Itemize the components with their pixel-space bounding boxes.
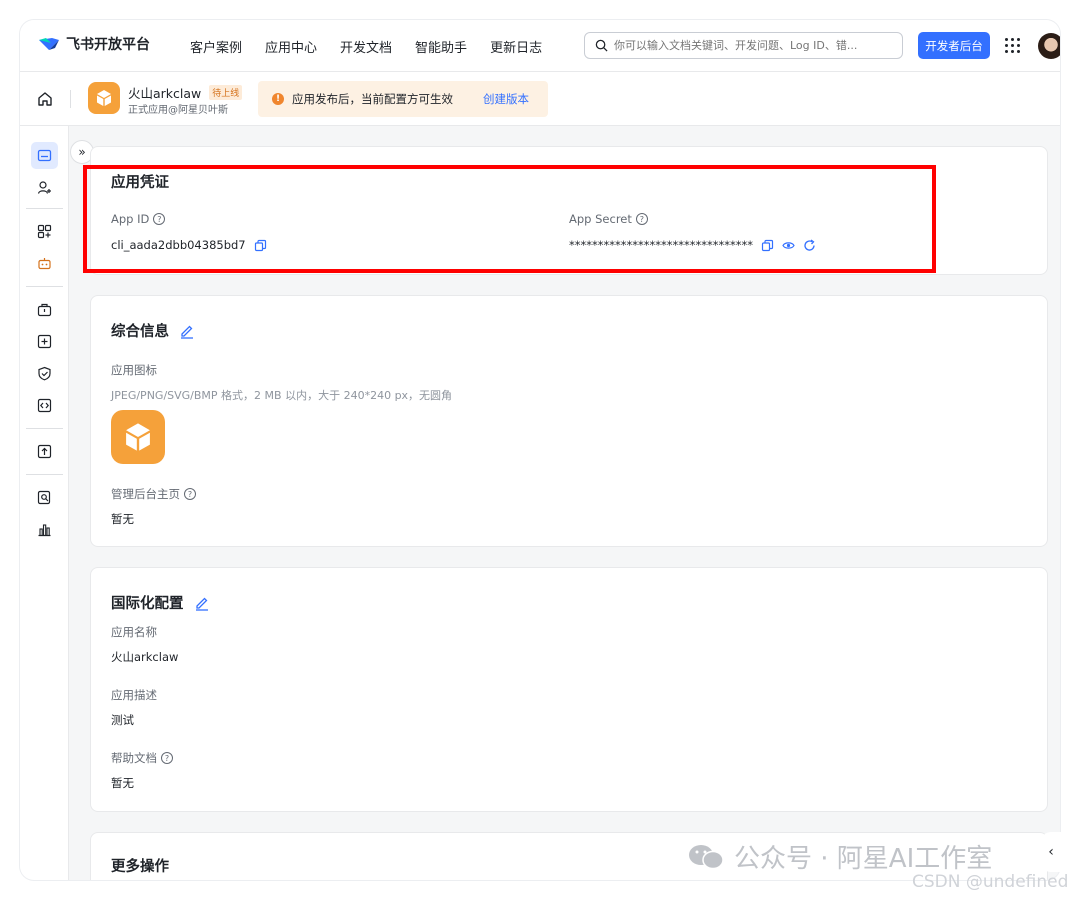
- general-title: 综合信息: [111, 320, 195, 341]
- help-icon[interactable]: ?: [184, 488, 196, 500]
- shield-icon: [38, 366, 51, 381]
- more-title: 更多操作: [111, 859, 169, 875]
- app-icon-large[interactable]: [111, 410, 165, 464]
- sidebar-divider: [26, 286, 63, 287]
- add-user-icon: [37, 181, 51, 194]
- create-version-link[interactable]: 创建版本: [483, 91, 529, 107]
- sidebar-item-members[interactable]: [31, 174, 58, 201]
- nav-link-ai-assistant[interactable]: 智能助手: [415, 37, 467, 56]
- sidebar-divider: [26, 428, 63, 429]
- app-name-value: 火山arkclaw: [111, 650, 179, 664]
- sidebar-item-analytics[interactable]: [31, 516, 58, 543]
- status-badge: 待上线: [209, 85, 243, 100]
- divider: [70, 90, 71, 108]
- app-name: 火山arkclaw 待上线: [128, 83, 243, 102]
- watermark: 公众号 · 阿星AI工作室: [686, 838, 992, 875]
- sidebar-item-credentials[interactable]: [31, 142, 58, 169]
- sidebar-item-logs[interactable]: [31, 484, 58, 511]
- nav-link-app-center[interactable]: 应用中心: [265, 37, 317, 56]
- app-window: 飞书开放平台 客户案例 应用中心 开发文档 智能助手 更新日志 开发者后台 火山…: [20, 20, 1060, 880]
- edit-icon[interactable]: [179, 323, 195, 339]
- developer-console-button[interactable]: 开发者后台: [918, 32, 990, 59]
- general-title-text: 综合信息: [111, 324, 169, 340]
- sidebar-divider: [26, 474, 63, 475]
- box-icon: [97, 90, 111, 106]
- nav-link-cases[interactable]: 客户案例: [190, 37, 242, 56]
- feishu-logo-icon: [39, 38, 59, 50]
- edit-icon[interactable]: [194, 595, 210, 611]
- briefcase-icon: [37, 303, 52, 317]
- i18n-title: 国际化配置: [111, 592, 210, 613]
- homepage-value: 暂无: [111, 512, 134, 526]
- help-doc-value: 暂无: [111, 776, 134, 790]
- app-desc-label: 应用描述: [111, 688, 157, 702]
- search-input[interactable]: [614, 39, 884, 52]
- help-icon[interactable]: ?: [161, 752, 173, 764]
- icon-label: 应用图标: [111, 363, 157, 377]
- sidebar-item-features[interactable]: [31, 218, 58, 245]
- logo-text: 飞书开放平台: [66, 37, 150, 53]
- watermark-text: 公众号 · 阿星AI工作室: [734, 844, 993, 874]
- publish-notice: ! 应用发布后，当前配置方可生效 创建版本: [258, 81, 548, 117]
- sidebar-item-events[interactable]: [31, 328, 58, 355]
- general-info-card: 综合信息 应用图标 JPEG/PNG/SVG/BMP 格式，2 MB 以内，大于…: [90, 295, 1048, 547]
- sidebar: [20, 126, 69, 880]
- app-subtitle: 正式应用@阿星贝叶斯: [128, 105, 228, 116]
- sidebar-divider: [26, 208, 63, 209]
- i18n-title-text: 国际化配置: [111, 596, 184, 612]
- add-app-icon: [37, 224, 52, 239]
- apps-grid-icon[interactable]: [1005, 38, 1021, 54]
- code-icon: [37, 398, 52, 413]
- home-icon[interactable]: [36, 90, 54, 108]
- app-header: 火山arkclaw 待上线 正式应用@阿星贝叶斯 ! 应用发布后，当前配置方可生…: [20, 72, 1060, 126]
- app-name-label: 应用名称: [111, 625, 157, 639]
- credential-card-icon: [37, 149, 52, 162]
- sidebar-item-permissions[interactable]: [31, 296, 58, 323]
- help-doc-label: 帮助文档 ?: [111, 750, 173, 766]
- i18n-card: 国际化配置 应用名称 火山arkclaw 应用描述 测试 帮助文档 ? 暂无: [90, 567, 1048, 812]
- wechat-icon: [689, 844, 724, 869]
- robot-icon: [38, 258, 51, 270]
- search-doc-icon: [37, 490, 51, 505]
- logo[interactable]: 飞书开放平台: [38, 34, 150, 54]
- plus-square-icon: [37, 334, 52, 349]
- homepage-label: 管理后台主页 ?: [111, 486, 196, 502]
- app-name-text: 火山arkclaw: [128, 86, 202, 101]
- search-icon: [595, 39, 608, 52]
- nav-link-dev-docs[interactable]: 开发文档: [340, 37, 392, 56]
- sidebar-item-bot[interactable]: [31, 250, 58, 277]
- collapse-panel-icon[interactable]: ‹: [1041, 832, 1061, 872]
- app-desc-value: 测试: [111, 713, 134, 727]
- app-icon: [88, 82, 120, 114]
- notice-text: 应用发布后，当前配置方可生效: [292, 92, 453, 106]
- sidebar-item-release[interactable]: [31, 438, 58, 465]
- top-nav: 飞书开放平台 客户案例 应用中心 开发文档 智能助手 更新日志 开发者后台: [20, 20, 1060, 72]
- bar-chart-icon: [38, 524, 51, 537]
- avatar[interactable]: [1038, 33, 1060, 59]
- icon-hint: JPEG/PNG/SVG/BMP 格式，2 MB 以内，大于 240*240 p…: [111, 389, 453, 402]
- nav-link-changelog[interactable]: 更新日志: [490, 37, 542, 56]
- highlight-box: [83, 165, 936, 273]
- search-box[interactable]: [584, 32, 903, 59]
- warning-icon: !: [272, 93, 284, 105]
- homepage-label-text: 管理后台主页: [111, 487, 180, 501]
- nav-links: 客户案例 应用中心 开发文档 智能助手 更新日志: [190, 37, 542, 56]
- sidebar-item-security[interactable]: [31, 360, 58, 387]
- upload-icon: [37, 444, 52, 459]
- box-icon: [126, 423, 150, 451]
- csdn-watermark: CSDN @undefined: [912, 872, 1069, 892]
- sidebar-item-dev-config[interactable]: [31, 392, 58, 419]
- help-doc-label-text: 帮助文档: [111, 751, 157, 765]
